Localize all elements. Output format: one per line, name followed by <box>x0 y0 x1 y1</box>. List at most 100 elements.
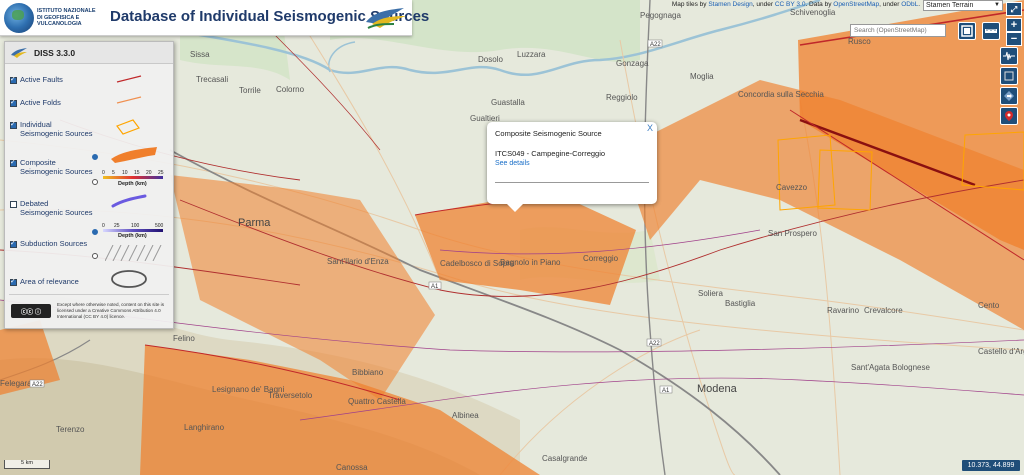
directions-button[interactable] <box>1000 87 1018 105</box>
popup-divider <box>495 182 649 183</box>
locate-button[interactable] <box>1000 107 1018 125</box>
map-place-label: Quattro Castella <box>348 397 406 406</box>
legend-item-active-folds[interactable]: Active Folds <box>10 98 61 107</box>
map-place-label: San Prospero <box>768 229 817 238</box>
diss-bird-logo <box>366 8 406 29</box>
map-place-label: Canossa <box>336 463 368 472</box>
map-place-label: Luzzara <box>517 50 546 59</box>
see-details-link[interactable]: See details <box>495 160 530 167</box>
measure-button[interactable] <box>982 22 1000 40</box>
directions-icon <box>1004 91 1014 101</box>
map-attribution: Map tiles by Stamen Design, under CC BY … <box>672 1 920 8</box>
map-place-label: Gonzaga <box>616 59 649 68</box>
subduction-hatch-symbol <box>105 245 162 261</box>
map-place-label: Bagnolo in Piano <box>500 258 561 267</box>
chevron-down-icon: ▼ <box>994 2 1000 8</box>
ingv-logo <box>4 3 34 33</box>
odbl-link[interactable]: ODbL <box>901 1 918 8</box>
diss-bird-icon <box>11 48 27 58</box>
institute-line-2: DI GEOFISICA E VULCANOLOGIA <box>37 14 82 28</box>
legend-item-active-faults[interactable]: Active Faults <box>10 75 63 84</box>
depth-gradient-bar <box>103 176 163 179</box>
composite-style-radio-fill[interactable] <box>92 154 98 160</box>
map-place-label: Colorno <box>276 85 305 94</box>
basemap-selected: Stamen Terrain <box>926 2 974 9</box>
source-info-popup: Composite Seismogenic Source X ITCS049 -… <box>487 122 657 212</box>
plus-icon: + <box>1010 19 1018 31</box>
attribution-text: Map tiles by <box>671 1 709 8</box>
label-line: Seismogenic Sources <box>20 167 93 176</box>
map-place-label: Felino <box>173 334 195 343</box>
square-select-icon <box>1004 71 1014 81</box>
scale-bar: 5 km <box>4 460 50 469</box>
legend-item-label: Debated Seismogenic Sources <box>20 199 93 217</box>
basemap-select[interactable]: Stamen Terrain ▼ <box>923 0 1003 11</box>
map-place-label: Bastiglia <box>725 299 756 308</box>
legend-divider <box>9 294 169 295</box>
relevance-ellipse-symbol <box>111 270 147 288</box>
legend-item-debated[interactable]: Debated Seismogenic Sources <box>10 199 93 217</box>
label-line: Seismogenic Sources <box>20 129 93 138</box>
stamen-link[interactable]: Stamen Design <box>708 1 752 8</box>
subduction-sources-checkbox[interactable] <box>10 239 17 248</box>
cc-by-link[interactable]: CC BY 3.0 <box>775 1 806 8</box>
legend-item-composite[interactable]: CompositeSeismogenic Sources <box>10 158 93 176</box>
select-area-button[interactable] <box>1000 67 1018 85</box>
legend-item-label: Area of relevance <box>20 277 79 286</box>
individual-sources-checkbox[interactable] <box>10 120 17 129</box>
label-line: Seismogenic Sources <box>20 208 93 217</box>
legend-item-relevance[interactable]: Area of relevance <box>10 277 79 286</box>
map-place-label: Castello d'Argile <box>978 347 1024 356</box>
area-of-relevance-checkbox[interactable] <box>10 277 17 286</box>
minus-icon: − <box>1010 33 1018 45</box>
road-label: A1 <box>431 284 439 290</box>
source-code-name: ITCS049 - Campegine-Correggio <box>495 149 606 158</box>
subduction-style-radio-hatch[interactable] <box>92 253 98 259</box>
map-place-label: Felegara <box>0 379 32 388</box>
active-folds-checkbox[interactable] <box>10 98 17 107</box>
road-label: A22 <box>32 382 43 388</box>
cursor-coordinates: 10.373, 44.899 <box>962 460 1020 471</box>
road-label: A1 <box>662 388 670 394</box>
cc-icon: ⓒⓒ <box>20 309 33 316</box>
fullscreen-button[interactable]: ⤢ <box>1006 2 1022 16</box>
composite-style-radio-depth[interactable] <box>92 179 98 185</box>
legend-item-label: Active Folds <box>20 98 61 107</box>
map-place-label: Cavezzo <box>776 183 808 192</box>
map-place-label: Bibbiano <box>352 368 384 377</box>
legend-header: DISS 3.3.0 <box>5 42 173 64</box>
composite-source-symbol <box>111 147 157 163</box>
composite-sources-checkbox[interactable] <box>10 158 17 167</box>
seismogram-button[interactable] <box>1000 47 1018 65</box>
map-place-label: Schivenoglia <box>790 8 836 17</box>
subduction-style-radio-fill[interactable] <box>92 229 98 235</box>
legend-item-subduction[interactable]: Subduction Sources <box>10 239 87 248</box>
map-place-label: Ravarino <box>827 306 860 315</box>
map-pin-icon <box>1005 111 1013 121</box>
map-place-label: Concordia sulla Secchia <box>738 90 824 99</box>
map-place-label: Terenzo <box>56 425 85 434</box>
cc-by-license-badge[interactable]: ⓒⓒ ⓘ <box>11 304 51 318</box>
label-line: Composite <box>20 158 56 167</box>
attribution-text: . Data by <box>805 1 834 8</box>
map-place-label: Langhirano <box>184 423 225 432</box>
legend-item-individual[interactable]: IndividualSeismogenic Sources <box>10 120 93 138</box>
debated-sources-checkbox[interactable] <box>10 200 17 208</box>
zoom-in-button[interactable]: + <box>1006 18 1022 32</box>
attribution-text: , under <box>752 1 775 8</box>
map-place-label: Casalgrande <box>542 454 588 463</box>
layers-icon <box>961 25 973 37</box>
search-input[interactable] <box>850 24 946 37</box>
popup-close-button[interactable]: X <box>647 123 653 133</box>
road-label: A22 <box>649 341 660 347</box>
map-place-label: Soliera <box>698 289 723 298</box>
layers-button[interactable] <box>958 22 976 40</box>
map-place-label: Torrile <box>239 86 261 95</box>
osm-link[interactable]: OpenStreetMap <box>833 1 879 8</box>
map-place-label: Traversetolo <box>268 391 313 400</box>
zoom-out-button[interactable]: − <box>1006 32 1022 46</box>
ruler-icon <box>985 29 997 33</box>
active-faults-checkbox[interactable] <box>10 75 17 84</box>
label-line: Individual <box>20 120 52 129</box>
seismogram-icon <box>1003 51 1015 61</box>
